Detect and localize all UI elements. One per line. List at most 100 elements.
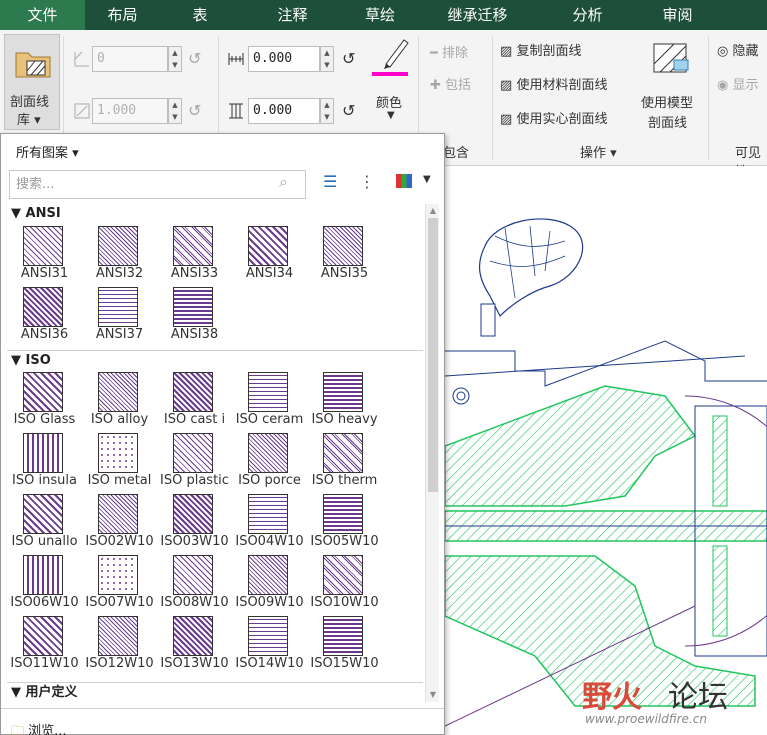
hatch-pattern-item[interactable]: ISO15W10 <box>307 616 382 676</box>
hatch-pattern-item[interactable]: ISO09W10 <box>232 555 307 615</box>
tab-analysis[interactable]: 分析 <box>540 0 635 30</box>
hatch-pattern-item[interactable]: ISO Glass <box>7 372 82 432</box>
hatch-pattern-label: ISO alloy <box>90 412 149 427</box>
use-model-hatch-label-2[interactable]: 剖面线 <box>648 112 687 131</box>
angle-reset-icon[interactable]: ↺ <box>188 49 201 68</box>
hatch-pattern-item[interactable]: ISO cast i <box>157 372 232 432</box>
hatch-pattern-item[interactable]: ISO10W10 <box>307 555 382 615</box>
hatch-pattern-item[interactable]: ISO porce <box>232 433 307 493</box>
operations-group-label[interactable]: 操作 ▾ <box>580 142 617 161</box>
palette-view-icon[interactable] <box>396 174 412 188</box>
offset-input[interactable]: 0.000 <box>248 98 320 124</box>
tab-file[interactable]: 文件 <box>0 0 85 30</box>
spacing-input[interactable]: 0.000 <box>248 46 320 72</box>
hatch-swatch <box>323 616 363 656</box>
include-button[interactable]: ✚ 包括 <box>430 74 471 93</box>
angle-input[interactable]: 0 <box>92 46 168 72</box>
hatch-swatch <box>23 555 63 595</box>
hatch-pattern-item[interactable]: ISO heavy <box>307 372 382 432</box>
panel-scrollbar[interactable]: ▲ ▼ <box>425 204 439 702</box>
scale-stepper[interactable]: ▲ ▼ <box>168 98 182 124</box>
hatch-pattern-item[interactable]: ISO05W10 <box>307 494 382 554</box>
hatch-pattern-item[interactable]: ANSI38 <box>157 287 232 347</box>
hatch-swatch <box>98 616 138 656</box>
hatch-pattern-item[interactable]: ISO13W10 <box>157 616 232 676</box>
hatch-pattern-item[interactable]: ISO insula <box>7 433 82 493</box>
angle-stepper[interactable]: ▲ ▼ <box>168 46 182 72</box>
offset-stepper[interactable]: ▲ ▼ <box>320 98 334 124</box>
hatch-pattern-item[interactable]: ANSI34 <box>232 226 307 286</box>
hatch-pattern-item[interactable]: ANSI31 <box>7 226 82 286</box>
hatch-pattern-label: ANSI37 <box>95 327 144 342</box>
hatch-pattern-item[interactable]: ISO08W10 <box>157 555 232 615</box>
hatch-pattern-item[interactable]: ISO11W10 <box>7 616 82 676</box>
scroll-up-icon[interactable]: ▲ <box>428 205 438 217</box>
hatch-pattern-item[interactable]: ISO04W10 <box>232 494 307 554</box>
hatch-pattern-item[interactable]: ANSI37 <box>82 287 157 347</box>
scale-reset-icon[interactable]: ↺ <box>188 101 201 120</box>
hide-button[interactable]: ◎ 隐藏 <box>717 40 759 59</box>
use-material-hatch-button[interactable]: ▨ 使用材料剖面线 <box>500 74 607 93</box>
drawing-canvas[interactable] <box>445 166 767 735</box>
use-model-hatch-label-1[interactable]: 使用模型 <box>641 92 693 111</box>
hatch-library-label-1: 剖面线 <box>10 95 50 110</box>
hatch-pattern-item[interactable]: ANSI36 <box>7 287 82 347</box>
hatch-pattern-item[interactable]: ANSI35 <box>307 226 382 286</box>
hatch-pattern-item[interactable]: ISO metal <box>82 433 157 493</box>
search-icon[interactable]: ⌕ <box>279 172 288 192</box>
tab-sketch[interactable]: 草绘 <box>345 0 415 30</box>
hatch-pattern-item[interactable]: ISO plastic <box>157 433 232 493</box>
tab-layout[interactable]: 布局 <box>85 0 160 30</box>
offset-reset-icon[interactable]: ↺ <box>342 101 355 120</box>
hatch-pattern-label: ISO09W10 <box>235 595 304 610</box>
hatch-pattern-item[interactable]: ISO07W10 <box>82 555 157 615</box>
hatch-pattern-item[interactable]: ISO06W10 <box>7 555 82 615</box>
hatch-pattern-item[interactable]: ANSI32 <box>82 226 157 286</box>
hatch-pattern-label: ANSI32 <box>95 266 144 281</box>
spacing-reset-icon[interactable]: ↺ <box>342 49 355 68</box>
view-dropdown-icon[interactable]: ▼ <box>423 174 431 185</box>
copy-hatch-button[interactable]: ▨ 复制剖面线 <box>500 40 581 59</box>
show-button[interactable]: ◉ 显示 <box>717 74 759 93</box>
scroll-down-icon[interactable]: ▼ <box>428 689 438 701</box>
hatch-pattern-item[interactable]: ISO unallo <box>7 494 82 554</box>
hatch-pattern-item[interactable]: ANSI33 <box>157 226 232 286</box>
color-label[interactable]: 颜色 <box>376 92 402 111</box>
spacing-stepper[interactable]: ▲ ▼ <box>320 46 334 72</box>
hatch-pattern-label: ANSI35 <box>320 266 369 281</box>
compact-view-icon[interactable]: ⋮ <box>359 172 375 191</box>
hatch-swatch <box>98 494 138 534</box>
section-iso[interactable]: ▼ ISO <box>7 350 423 370</box>
hatch-swatch <box>23 433 63 473</box>
scroll-thumb[interactable] <box>428 218 438 492</box>
section-user-defined[interactable]: ▼ 用户定义 <box>7 682 423 702</box>
hatch-pattern-label: ANSI38 <box>170 327 219 342</box>
browse-button[interactable]: 🗀 浏览... <box>11 720 67 735</box>
copy-hatch-icon: ▨ <box>500 44 513 59</box>
hatch-library-button[interactable]: 剖面线 库 ▾ <box>4 34 60 130</box>
hatch-pattern-item[interactable]: ISO alloy <box>82 372 157 432</box>
hatch-pattern-item[interactable]: ISO12W10 <box>82 616 157 676</box>
hatch-swatch <box>98 433 138 473</box>
hatch-pattern-item[interactable]: ISO02W10 <box>82 494 157 554</box>
list-view-icon[interactable]: ☰ <box>323 172 337 191</box>
search-input[interactable]: 搜索... <box>9 170 306 199</box>
tab-legacy-migration[interactable]: 继承迁移 <box>415 0 540 30</box>
hatch-pattern-item[interactable]: ISO ceram <box>232 372 307 432</box>
filter-dropdown[interactable]: 所有图案 ▾ <box>16 142 79 161</box>
hatch-pattern-item[interactable]: ISO14W10 <box>232 616 307 676</box>
tab-review[interactable]: 审阅 <box>635 0 720 30</box>
use-solid-hatch-button[interactable]: ▨ 使用实心剖面线 <box>500 108 607 127</box>
exclude-button[interactable]: ━ 排除 <box>430 42 468 61</box>
scale-input[interactable]: 1.000 <box>92 98 168 124</box>
eye-slash-icon: ◎ <box>717 44 729 59</box>
hatch-pattern-label: ISO therm <box>311 473 378 488</box>
hatch-pattern-item[interactable]: ISO therm <box>307 433 382 493</box>
tab-annotate[interactable]: 注释 <box>240 0 345 30</box>
color-dropdown-icon[interactable]: ▼ <box>387 110 395 121</box>
hatch-pattern-item[interactable]: ISO03W10 <box>157 494 232 554</box>
hatch-pattern-label: ISO07W10 <box>85 595 154 610</box>
tab-table[interactable]: 表 <box>160 0 240 30</box>
section-ansi[interactable]: ▼ ANSI <box>7 204 423 224</box>
hatch-swatch <box>323 555 363 595</box>
